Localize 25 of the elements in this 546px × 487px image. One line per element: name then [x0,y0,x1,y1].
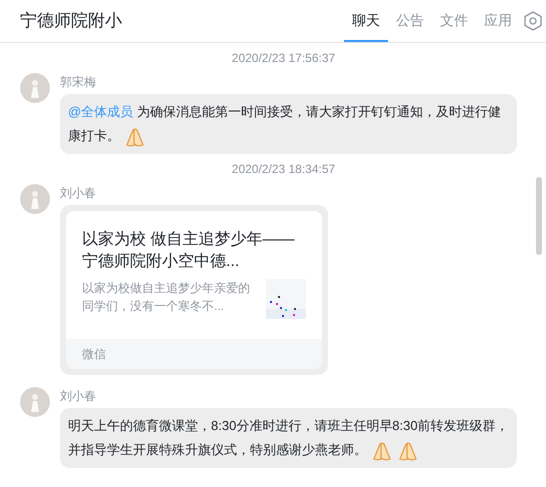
folded-hands-icon [124,126,146,148]
scrollbar[interactable] [536,177,542,255]
message-bubble: 明天上午的德育微课堂，8:30分准时进行，请班主任明早8:30前转发班级群，并指导学生开展特殊升旗仪式，特别感谢少燕老师。 [60,408,517,468]
folded-hands-icon [397,440,419,462]
timestamp: 2020/2/23 18:34:57 [230,161,336,178]
group-title: 宁德师院附小 [20,10,122,32]
folded-hands-icon [371,440,393,462]
tab[interactable]: 公告 [388,0,432,42]
mention-link[interactable]: @全体成员 [68,104,134,119]
avatar[interactable] [20,184,50,214]
sender-name: 刘小春 [60,388,96,405]
avatar[interactable] [20,73,50,103]
tab[interactable]: 聊天 [344,0,388,42]
tab[interactable]: 文件 [432,0,476,42]
sender-name: 郭宋梅 [60,74,96,91]
link-card[interactable]: 以家为校 做自主追梦少年——宁德师院附小空中德... 以家为校做自主追梦少年亲爱的同学们，没有一个寒冬不... 微信 [66,211,322,369]
timestamp: 2020/2/23 17:56:37 [230,50,336,67]
message-bubble: @全体成员 为确保消息能第一时间接受，请大家打开钉钉通知，及时进行健康打卡。 [60,94,517,154]
link-summary: 以家为校做自主追梦少年亲爱的同学们，没有一个寒冬不... [82,280,251,315]
tab[interactable]: 应用 [476,0,520,42]
link-title: 以家为校 做自主追梦少年——宁德师院附小空中德... [81,230,296,272]
sender-name: 刘小春 [60,185,96,202]
settings-icon[interactable] [524,11,542,31]
link-source: 微信 [66,339,322,369]
avatar[interactable] [20,387,50,417]
